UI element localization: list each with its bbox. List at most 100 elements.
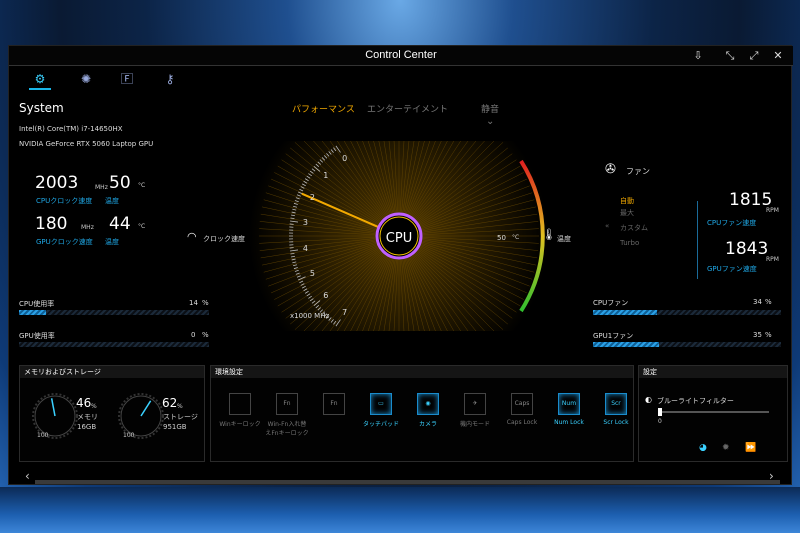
mode-performance[interactable]: パフォーマンス [292,102,355,115]
gpu-temp-label: 温度 [105,238,119,246]
cpu-usage-percent: % [202,299,209,307]
gpu-clock-value: 180 [35,214,68,234]
gpu-fan-label: GPU1ファン [593,332,634,340]
env-key-8[interactable]: Scr [605,393,627,415]
storage-size: 951GB [163,423,187,431]
key-tab-icon[interactable]: ⚷ [159,68,181,90]
memory-heading: メモリおよびストレージ [20,366,204,378]
minimize-icon[interactable]: ⤡ [723,49,737,63]
gpu-usage-value: 0 [191,331,196,339]
storage-gauge-max: 100 [123,432,135,439]
fn-tab-icon[interactable]: 🄵 [116,68,138,90]
system-heading: System [19,101,64,115]
env-key-label-7: Num Lock [554,419,584,426]
gauge-tick-label: 3 [302,218,308,228]
cpu-usage-bar [19,310,209,315]
gpu-fan-rpm: 1843 [725,239,769,259]
storage-percent-sign: % [177,403,183,410]
cpu-clock-label: CPUクロック速度 [36,197,93,205]
bluelight-value: 0 [658,418,662,425]
gauge-tick-label: 6 [323,290,329,300]
scroll-left-icon[interactable]: ‹ [25,469,30,483]
fan-mode-turbo[interactable]: Turbo [620,239,639,247]
env-key-7[interactable]: Num [558,393,580,415]
gauge-tick-label: 7 [342,308,348,317]
gauge-tick-label: 1 [323,171,329,181]
gpu-clock-unit: MHz [81,224,94,231]
fan-mode-auto[interactable]: 自動 [620,196,634,206]
gpu-usage-percent: % [202,331,209,339]
brightness-mode-icon[interactable]: ◕ [699,443,707,453]
speedometer-icon: ◠ [187,230,197,243]
environment-heading: 環境設定 [211,366,633,378]
desktop-wallpaper [0,487,800,533]
gpu-fan-bar [593,342,781,347]
bluelight-slider-track[interactable] [659,411,769,413]
storage-gauge [118,393,164,439]
mode-entertainment[interactable]: エンターテイメント [367,102,448,115]
memory-label: メモリ [77,413,98,421]
forward-icon[interactable]: ⏩ [745,443,756,453]
gauge-center-label: CPU [385,231,413,246]
export-icon[interactable]: ⇩ [691,49,705,63]
cpu-fan-percent: % [765,298,772,306]
bluelight-slider-thumb[interactable] [658,408,662,416]
cpu-temp-value: 50 [109,173,131,193]
gauge-tick-label: 0 [342,153,348,163]
storage-percent: 62 [162,396,178,410]
gpu-usage-bar [19,342,209,347]
fan-mode-max[interactable]: 最大 [620,208,634,218]
cpu-fan-value: 34 [753,298,762,306]
gauge-temp-unit: °C [512,234,520,241]
env-key-4[interactable]: ◉ [417,393,439,415]
close-icon[interactable]: ✕ [771,49,785,63]
maximize-icon[interactable]: ⤢ [747,49,761,63]
gpu-name: NVIDIA GeForce RTX 5060 Laptop GPU [19,140,154,148]
display-tab-icon[interactable]: ✺ [75,68,97,90]
env-key-3[interactable]: ▭ [370,393,392,415]
env-key-label-3: タッチパッド [362,421,399,428]
thermometer-icon: 🌡 [542,228,556,241]
env-key-1[interactable]: Fn [276,393,298,415]
env-key-2[interactable]: Fn [323,393,345,415]
env-key-6[interactable]: Caps [511,393,533,415]
env-key-label-0: Winキーロック [219,421,261,428]
settings-heading: 設定 [639,366,787,378]
gauge-tick-label: 2 [309,193,315,203]
fan-heading: ファン [626,167,650,176]
fan-mode-custom[interactable]: カスタム [620,223,648,233]
horizontal-scrollbar[interactable] [35,480,780,484]
cpu-fan-rpm-label: CPUファン速度 [707,219,757,227]
gpu-temp-unit: °C [138,223,146,230]
scroll-right-icon[interactable]: › [769,469,774,483]
storage-label: ストレージ [163,413,198,421]
sun-icon[interactable]: ✹ [722,443,730,453]
expand-chevron-icon[interactable]: ⌄ [486,116,494,127]
memory-gauge-max: 100 [37,432,49,439]
env-key-label-4: カメラ [418,421,437,428]
system-tab-icon[interactable]: ⚙ [29,68,51,90]
cpu-clock-value: 2003 [35,173,79,193]
env-key-label-8: Scr Lock [603,419,629,426]
cpu-usage-value: 14 [189,299,198,307]
cpu-usage-label: CPU使用率 [19,300,55,308]
fan-divider [697,201,698,279]
bluelight-label: ブルーライトフィルター [657,397,734,405]
cpu-fan-rpm-unit: RPM [766,207,779,214]
cpu-clock-unit: MHz [95,184,108,191]
mode-silent[interactable]: 静音 [481,102,499,115]
window-title: Control Center [365,49,437,61]
gauge-tick-label: 5 [309,268,315,278]
control-center-window: Control Center ⇩ ⤡ ⤢ ✕ ⚙ ✺ 🄵 ⚷ System In… [8,45,793,485]
fan-mode-arrow-icon[interactable]: « [605,222,609,230]
env-key-0[interactable] [229,393,251,415]
gpu-temp-value: 44 [109,214,131,234]
cpu-temp-label: 温度 [105,197,119,205]
gauge-tick-label: 4 [302,243,308,253]
gauge-temp-value: 50 [497,234,506,242]
cpu-fan-bar [593,310,781,315]
memory-gauge [32,393,78,439]
memory-size: 16GB [77,423,97,431]
env-key-5[interactable]: ✈ [464,393,486,415]
gpu-fan-rpm-label: GPUファン速度 [707,265,757,273]
